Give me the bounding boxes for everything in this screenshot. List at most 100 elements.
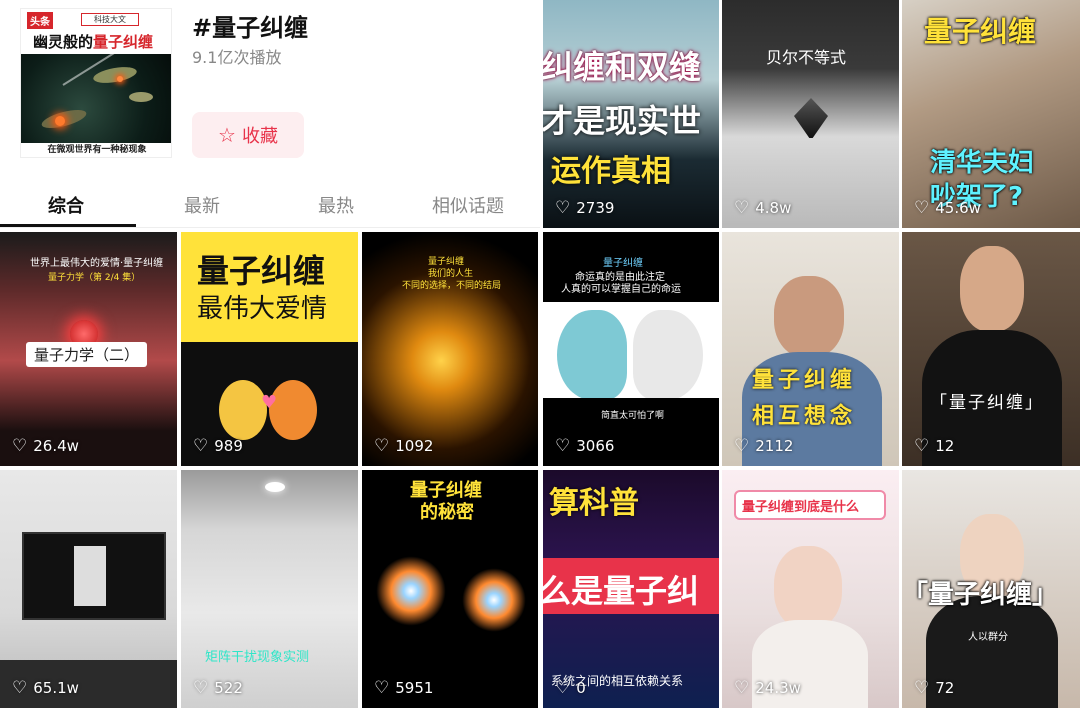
video-card[interactable]: 贝尔不等式 ♡ 4.8w — [722, 0, 899, 228]
like-count: ♡ 5951 — [374, 678, 434, 698]
video-card[interactable]: 量子纠缠 清华夫妇 吵架了? ♡ 45.6w — [902, 0, 1080, 228]
video-title: 「量子纠缠」 — [902, 580, 1059, 610]
heart-icon: ♥ — [261, 392, 278, 413]
video-card[interactable]: 「量子纠缠」 人以群分 ♡ 72 — [902, 470, 1080, 708]
asteroid-shape — [129, 92, 153, 102]
video-title: 贝尔不等式 — [766, 48, 847, 67]
video-card[interactable]: 矩阵干扰现象实测 ♡ 522 — [181, 470, 358, 708]
video-title: 运作真相 — [551, 154, 671, 189]
video-subtitle: 人真的可以掌握自己的命运 — [561, 284, 681, 295]
like-count: ♡ 989 — [193, 436, 243, 456]
video-title: 么是量子纠 — [543, 572, 700, 610]
video-card[interactable]: 「量子纠缠」 ♡ 12 — [902, 232, 1080, 466]
video-title: 量子纠缠 — [752, 368, 857, 393]
play-count: 9.1亿次播放 — [192, 48, 282, 67]
heart-icon: ♡ — [193, 678, 209, 698]
video-title: 矩阵干扰现象实测 — [205, 650, 310, 665]
video-title: 最伟大爱情 — [197, 294, 328, 324]
like-count: ♡ 2112 — [734, 436, 794, 456]
video-title: 算科普 — [549, 486, 639, 521]
heart-icon: ♡ — [914, 436, 930, 456]
video-card[interactable]: 量子纠缠 的秘密 ♡ 5951 — [362, 470, 538, 708]
person-face — [960, 246, 1024, 332]
video-card[interactable]: 量子纠缠 最伟大爱情 ♥ ♡ 989 — [181, 232, 358, 466]
heart-icon: ♡ — [555, 678, 571, 698]
like-count: ♡ 1092 — [374, 436, 434, 456]
video-card[interactable]: 量子纠缠 命运真的是由此注定 人真的可以掌握自己的命运 简直太可怕了啊 ♡ 306… — [543, 232, 719, 466]
video-title: 「量子纠缠」 — [930, 393, 1044, 413]
favorite-label: 收藏 — [241, 126, 278, 147]
topic-cover-image[interactable]: 头条 科技大文 幽灵般的量子纠缠 在微观世界有一种秘现象 — [20, 8, 172, 158]
favorite-button[interactable]: ☆ 收藏 — [192, 112, 304, 158]
video-title: 量子纠缠到底是什么 — [742, 500, 860, 515]
ceiling-light — [265, 482, 285, 492]
heart-icon: ♡ — [734, 678, 750, 698]
cover-channel-label: 科技大文 — [81, 13, 139, 26]
video-title: 清华夫妇 — [930, 148, 1035, 178]
glow-particle — [55, 116, 65, 126]
video-card[interactable]: 算科普 么是量子纠 系统之间的相互依赖关系 ♡ 0 — [543, 470, 719, 708]
heart-icon: ♡ — [555, 436, 571, 456]
video-card[interactable]: 量子纠缠 相互想念 ♡ 2112 — [722, 232, 899, 466]
like-count: ♡ 65.1w — [12, 678, 79, 698]
topic-header: 头条 科技大文 幽灵般的量子纠缠 在微观世界有一种秘现象 #量子纠缠 9.1亿次… — [0, 0, 540, 232]
particle-orb — [376, 556, 446, 626]
person-face — [774, 546, 842, 630]
like-count: ♡ 2739 — [555, 198, 615, 218]
cartoon-face — [219, 380, 267, 440]
like-count: ♡ 3066 — [555, 436, 615, 456]
heart-icon: ♡ — [914, 678, 930, 698]
glow-particle — [117, 76, 123, 82]
heart-icon: ♡ — [734, 198, 750, 218]
video-title: 纠缠和双缝 — [543, 48, 702, 86]
heart-icon: ♡ — [734, 436, 750, 456]
heart-icon: ♡ — [374, 678, 390, 698]
like-count: ♡ 24.3w — [734, 678, 801, 698]
spinning-top-shape — [794, 98, 828, 138]
tv-screen-image — [74, 546, 106, 606]
silhouette-head — [557, 310, 627, 400]
like-count: ♡ 12 — [914, 436, 955, 456]
heart-icon: ♡ — [374, 436, 390, 456]
video-card[interactable]: 量子纠缠到底是什么 ♡ 24.3w — [722, 470, 899, 708]
cover-brand-badge: 头条 — [27, 12, 53, 29]
cover-title: 幽灵般的量子纠缠 — [33, 31, 153, 52]
cover-caption: 在微观世界有一种秘现象 — [21, 143, 171, 157]
video-title: 才是现实世 — [543, 102, 702, 140]
active-tab-indicator — [0, 224, 136, 227]
video-card[interactable]: 量子纠缠 我们的人生 不同的选择，不同的结局 ♡ 1092 — [362, 232, 538, 466]
star-icon: ☆ — [218, 123, 236, 147]
video-title: 相互想念 — [752, 404, 857, 429]
like-count: ♡ 4.8w — [734, 198, 792, 218]
topic-page: 头条 科技大文 幽灵般的量子纠缠 在微观世界有一种秘现象 #量子纠缠 9.1亿次… — [0, 0, 1080, 708]
video-title: 量子纠缠 — [924, 15, 1037, 48]
person-face — [774, 276, 844, 358]
heart-icon: ♡ — [12, 436, 28, 456]
like-count: ♡ 522 — [193, 678, 243, 698]
like-count: ♡ 72 — [914, 678, 955, 698]
tab-similar-topics[interactable]: 相似话题 — [432, 192, 504, 218]
video-title: 量子纠缠 — [603, 258, 643, 269]
video-title: 的秘密 — [420, 502, 474, 523]
tab-latest[interactable]: 最新 — [184, 192, 220, 218]
video-card[interactable]: 纠缠和双缝 才是现实世 运作真相 ♡ 2739 — [543, 0, 719, 228]
video-card[interactable]: 世界上最伟大的爱情·量子纠缠 量子力学（第 2/4 集） 量子力学（二） ♡ 26… — [0, 232, 177, 466]
video-caption: 简直太可怕了啊 — [601, 411, 665, 421]
heart-icon: ♡ — [555, 198, 571, 218]
heart-icon: ♡ — [12, 678, 28, 698]
cover-space-illustration — [21, 47, 171, 146]
tab-comprehensive[interactable]: 综合 — [48, 192, 84, 218]
particle-orb — [462, 568, 526, 632]
tab-hottest[interactable]: 最热 — [318, 192, 354, 218]
video-card[interactable]: ♡ 65.1w — [0, 470, 177, 708]
video-label: 量子力学（二） — [26, 342, 148, 367]
silhouette-head — [633, 310, 703, 400]
video-subtitle: 量子力学（第 2/4 集） — [48, 273, 141, 283]
video-subtitle: 人以群分 — [968, 632, 1008, 643]
asteroid-shape — [92, 64, 138, 86]
video-title: 量子纠缠 — [197, 252, 326, 290]
like-count: ♡ 26.4w — [12, 436, 79, 456]
like-count: ♡ 0 — [555, 678, 586, 698]
page-title: #量子纠缠 — [192, 14, 309, 42]
video-subtitle: 不同的选择，不同的结局 — [402, 281, 502, 291]
